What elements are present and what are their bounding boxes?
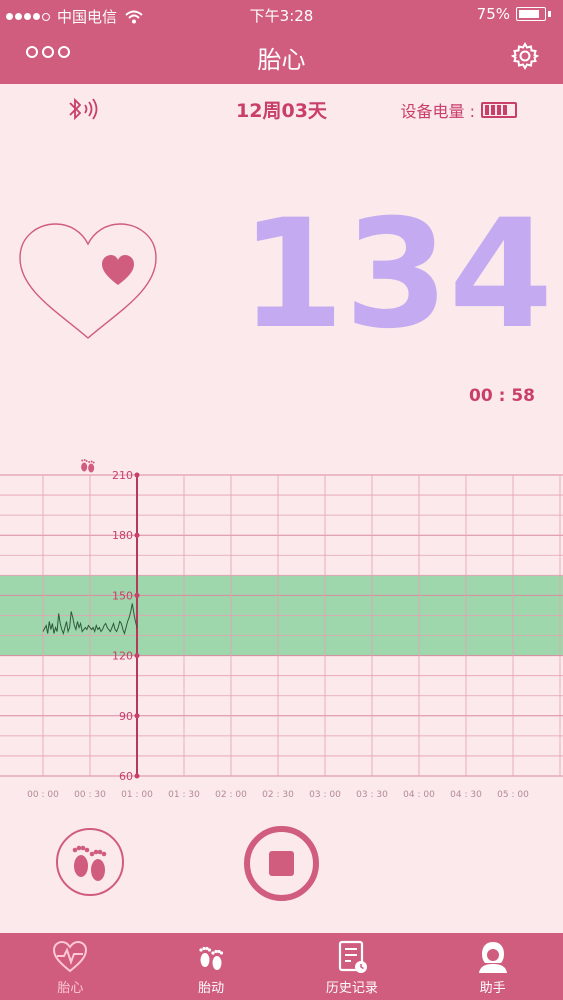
tab-label: 胎动 [198,981,225,996]
x-tick-label: 05 : 00 [497,790,529,800]
x-tick-label: 00 : 30 [74,790,106,800]
x-tick-label: 01 : 00 [121,790,153,800]
status-bar: 中国电信 下午3:28 75% [0,0,563,28]
y-tick-dot [134,773,140,779]
x-tick-label: 03 : 30 [356,790,388,800]
elapsed-timer: 00 : 58 [469,386,535,406]
device-battery-icon [481,102,517,118]
tab-assistant[interactable]: 助手 [422,933,563,1000]
assistant-icon [478,942,507,973]
tab-history[interactable]: 历史记录 [282,933,423,1000]
x-tick-label: 03 : 00 [309,790,341,800]
y-tick-label: 210 [112,469,133,482]
y-tick-dot [134,713,140,719]
gear-icon[interactable] [511,42,539,70]
fetal-movement-button[interactable] [56,828,124,896]
fetal-movement-mark-icon [81,459,95,473]
y-tick-dot [134,532,140,538]
heart-rate-chart: 210 180 150 120 90 60 00 : 00 00 : 30 01 : 00 01 … [0,459,563,800]
footprints-icon [199,946,224,970]
history-document-icon [338,940,367,973]
tab-label: 助手 [479,981,506,996]
tab-movement[interactable]: 胎动 [141,933,282,1000]
battery-percent: 75% [476,5,510,23]
heart-icon [19,223,157,339]
device-battery: 设备电量 : [401,98,517,122]
x-tick-label: 04 : 30 [450,790,482,800]
tab-heart[interactable]: 胎心 [0,933,141,1000]
footprints-icon [72,845,107,881]
y-tick-label: 60 [119,770,133,783]
tab-label: 历史记录 [325,981,378,996]
stop-icon [269,851,294,876]
y-tick-label: 90 [119,710,133,723]
x-tick-label: 01 : 30 [168,790,200,800]
x-tick-label: 02 : 00 [215,790,247,800]
status-battery: 75% [477,5,551,23]
stop-button[interactable] [244,826,319,901]
y-tick-label: 180 [112,529,133,542]
y-tick-dot [134,653,140,659]
tab-label: 胎心 [57,981,84,996]
x-tick-label: 00 : 00 [27,790,59,800]
battery-icon [516,7,546,21]
tab-bar: 胎心 胎动 历史记录 助手 [0,933,563,1000]
device-battery-label: 设备电量 : [400,102,475,121]
info-bar: 12周03天 设备电量 : [0,96,563,124]
y-tick-label: 150 [112,589,133,602]
y-tick-label: 120 [112,650,133,663]
heart-monitor-icon [53,940,88,973]
heart-rate-value: 134 [240,188,554,362]
y-tick-dot [134,592,140,598]
x-tick-label: 04 : 00 [403,790,435,800]
page-title: 胎心 [257,46,306,74]
nav-bar: 胎心 [0,28,563,84]
y-tick-dot [134,472,140,478]
x-tick-label: 02 : 30 [262,790,294,800]
